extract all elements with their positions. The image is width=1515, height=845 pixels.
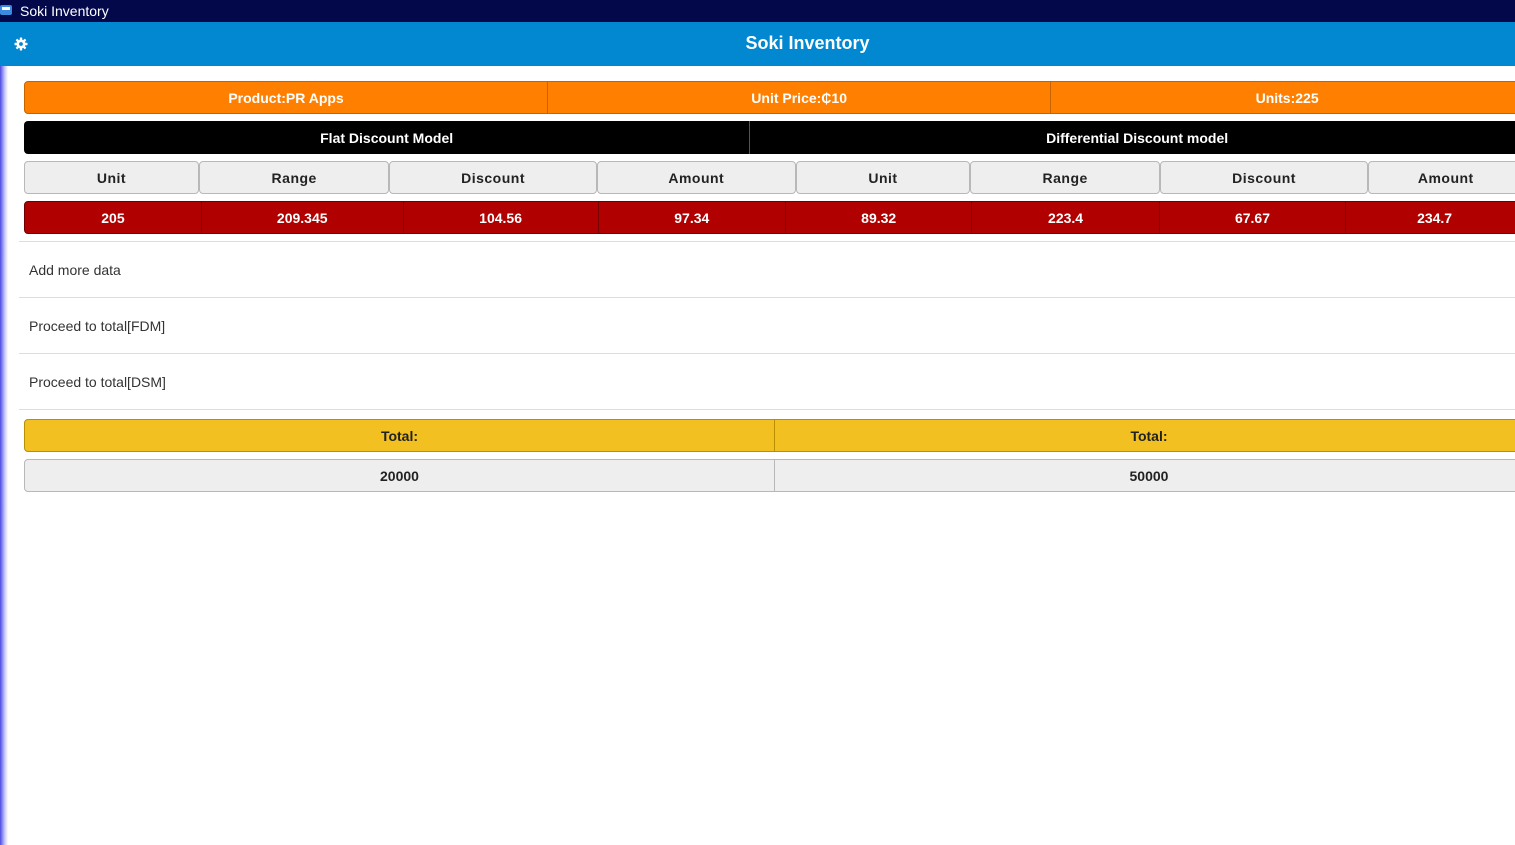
column-header-unit[interactable]: Unit (24, 161, 199, 194)
window-title: Soki Inventory (20, 3, 109, 19)
table-row: 205 209.345 104.56 97.34 89.32 223.4 67.… (24, 201, 1515, 234)
cell-amount: 97.34 (597, 202, 785, 233)
total-value-dsm: 50000 (773, 460, 1515, 491)
flat-discount-model-label: Flat Discount Model (320, 129, 454, 146)
totals-value-bar: 20000 50000 (24, 459, 1515, 492)
cell-unit-dsm: 89.32 (784, 202, 971, 233)
cell-discount: 104.56 (402, 202, 598, 233)
column-header-range-dsm[interactable]: Range (969, 161, 1161, 194)
column-header-amount[interactable]: Amount (596, 161, 796, 194)
column-header-range[interactable]: Range (198, 161, 390, 194)
cell-range: 209.345 (200, 202, 403, 233)
cell-discount-dsm: 67.67 (1158, 202, 1345, 233)
column-headers: Unit Range Discount Amount Unit Range Di… (24, 161, 1515, 194)
units-count: Units:225 (1050, 82, 1515, 113)
column-header-discount-dsm[interactable]: Discount (1160, 161, 1368, 194)
proceed-total-fdm-item[interactable]: Proceed to total[FDM] (19, 297, 1515, 353)
window-edge (0, 0, 8, 845)
unit-price: Unit Price:₵10 (547, 82, 1050, 113)
total-value-fdm: 20000 (380, 467, 419, 484)
column-header-amount-dsm[interactable]: Amount (1367, 161, 1515, 194)
product-name: Product:PR Apps (228, 89, 344, 106)
add-more-data-item[interactable]: Add more data (19, 241, 1515, 297)
page-title: Soki Inventory (745, 33, 870, 53)
total-label-dsm: Total: (773, 420, 1515, 451)
total-label-fdm: Total: (380, 427, 419, 444)
window-titlebar: Soki Inventory (0, 0, 1515, 22)
proceed-total-dsm-item[interactable]: Proceed to total[DSM] (19, 353, 1515, 410)
cell-unit: 205 (101, 209, 125, 226)
discount-model-bar: Flat Discount Model Differential Discoun… (24, 121, 1515, 154)
differential-discount-model-label: Differential Discount model (749, 121, 1515, 154)
action-list: Add more data Proceed to total[FDM] Proc… (19, 241, 1515, 410)
cell-range-dsm: 223.4 (971, 202, 1158, 233)
column-header-unit-dsm[interactable]: Unit (795, 161, 970, 194)
column-header-discount[interactable]: Discount (389, 161, 597, 194)
product-info-bar: Product:PR Apps Unit Price:₵10 Units:225 (24, 81, 1515, 114)
app-header: Soki Inventory (0, 22, 1515, 66)
app-icon (0, 5, 12, 15)
cell-amount-dsm: 234.7 (1345, 202, 1515, 233)
totals-header-bar: Total: Total: (24, 419, 1515, 452)
